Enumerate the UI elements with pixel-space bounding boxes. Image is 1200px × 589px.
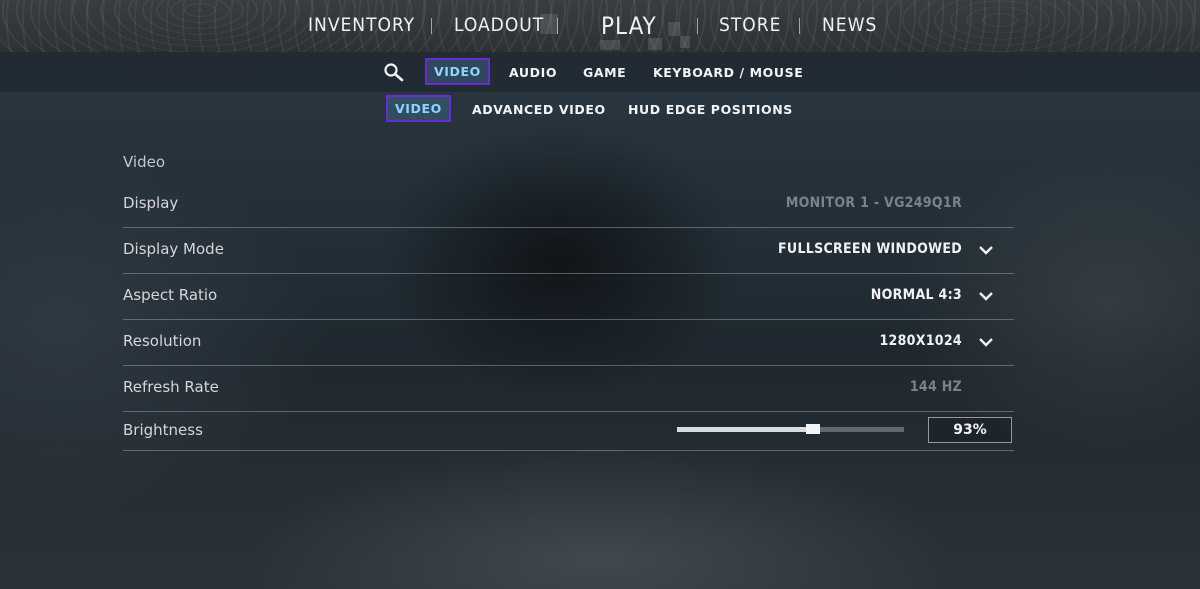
setting-row-resolution[interactable]: Resolution 1280X1024 (123, 320, 1014, 366)
display-mode-value[interactable]: FULLSCREEN WINDOWED (778, 241, 962, 257)
setting-label: Refresh Rate (123, 378, 219, 396)
setting-row-refresh-rate: Refresh Rate 144 HZ (123, 366, 1014, 412)
tab-audio[interactable]: AUDIO (509, 65, 557, 80)
tab-game[interactable]: GAME (583, 65, 626, 80)
setting-label: Display (123, 194, 179, 212)
subtab-hud-edge-positions[interactable]: HUD EDGE POSITIONS (628, 102, 793, 117)
aspect-ratio-value[interactable]: NORMAL 4:3 (871, 287, 962, 303)
setting-label: Aspect Ratio (123, 286, 218, 304)
brightness-slider-fill (677, 427, 814, 432)
top-nav-bar: INVENTORY LOADOUT PLAY STORE NEWS (0, 0, 1200, 52)
brightness-value-box[interactable]: 93% (928, 417, 1012, 443)
display-value: MONITOR 1 - VG249Q1R (785, 195, 962, 211)
chevron-down-icon[interactable] (978, 336, 994, 348)
nav-separator (697, 18, 698, 34)
setting-label: Display Mode (123, 240, 224, 258)
setting-label: Brightness (123, 421, 203, 439)
chevron-down-icon[interactable] (978, 244, 994, 256)
nav-news[interactable]: NEWS (822, 14, 877, 36)
refresh-rate-value: 144 HZ (909, 379, 962, 395)
setting-row-brightness: Brightness 93% (123, 410, 1014, 451)
setting-row-display-mode[interactable]: Display Mode FULLSCREEN WINDOWED (123, 228, 1014, 274)
setting-row-aspect-ratio[interactable]: Aspect Ratio NORMAL 4:3 (123, 274, 1014, 320)
brightness-slider[interactable] (677, 424, 904, 434)
search-icon[interactable] (383, 62, 405, 82)
nav-store[interactable]: STORE (719, 14, 781, 36)
tab-video[interactable]: VIDEO (425, 58, 490, 85)
nav-play[interactable]: PLAY (601, 12, 657, 40)
setting-label: Resolution (123, 332, 202, 350)
nav-separator (799, 18, 800, 34)
subtab-video[interactable]: VIDEO (386, 95, 451, 122)
chevron-down-icon[interactable] (978, 290, 994, 302)
setting-row-display: Display MONITOR 1 - VG249Q1R (123, 182, 1014, 228)
resolution-value[interactable]: 1280X1024 (879, 333, 962, 349)
nav-separator (431, 18, 432, 34)
tab-keyboard-mouse[interactable]: KEYBOARD / MOUSE (653, 65, 803, 80)
nav-loadout[interactable]: LOADOUT (454, 14, 544, 36)
section-title: Video (123, 153, 166, 171)
brightness-slider-thumb[interactable] (806, 424, 821, 434)
nav-inventory[interactable]: INVENTORY (308, 14, 415, 36)
subtab-advanced-video[interactable]: ADVANCED VIDEO (472, 102, 606, 117)
